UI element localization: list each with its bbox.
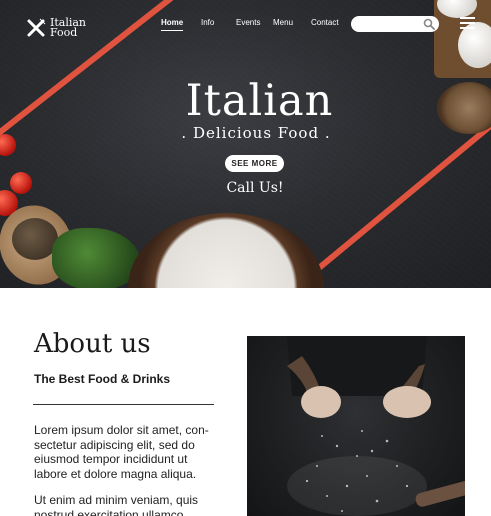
nav-item-menu[interactable]: Menu bbox=[273, 18, 293, 27]
fork-knife-icon bbox=[27, 18, 46, 37]
about-subtitle: The Best Food & Drinks bbox=[34, 372, 171, 386]
about-title: About us bbox=[34, 329, 151, 359]
logo-line2: Food bbox=[50, 26, 78, 39]
bottom-right-stripe bbox=[290, 121, 491, 288]
hamburger-icon[interactable] bbox=[460, 17, 475, 29]
see-more-button[interactable]: SEE MORE bbox=[225, 155, 284, 172]
about-paragraph: Ut enim ad minim veniam, quis nostrud ex… bbox=[34, 493, 199, 516]
chef-hands-illustration bbox=[287, 336, 465, 516]
search-box bbox=[351, 16, 439, 37]
search-icon[interactable] bbox=[423, 18, 435, 30]
nav-item-home[interactable]: Home bbox=[161, 18, 184, 31]
hero-title: Italian bbox=[185, 76, 334, 126]
nav-item-contact[interactable]: Contact bbox=[311, 18, 339, 27]
nav-item-events[interactable]: Events bbox=[236, 18, 260, 27]
chef-flour-photo bbox=[247, 336, 465, 516]
search-input[interactable] bbox=[351, 20, 421, 37]
about-paragraph: Lorem ipsum dolor sit amet, con-sectetur… bbox=[34, 423, 209, 481]
hero-subtitle: . Delicious Food . bbox=[181, 124, 331, 142]
logo-text: Italian Food bbox=[50, 17, 86, 39]
call-us-link[interactable]: Call Us! bbox=[0, 180, 491, 196]
section-divider bbox=[33, 404, 214, 405]
hero-banner: Italian Food Home Info Events Menu Conta… bbox=[0, 0, 491, 288]
nav-item-info[interactable]: Info bbox=[201, 18, 214, 27]
logo[interactable]: Italian Food bbox=[26, 17, 86, 39]
